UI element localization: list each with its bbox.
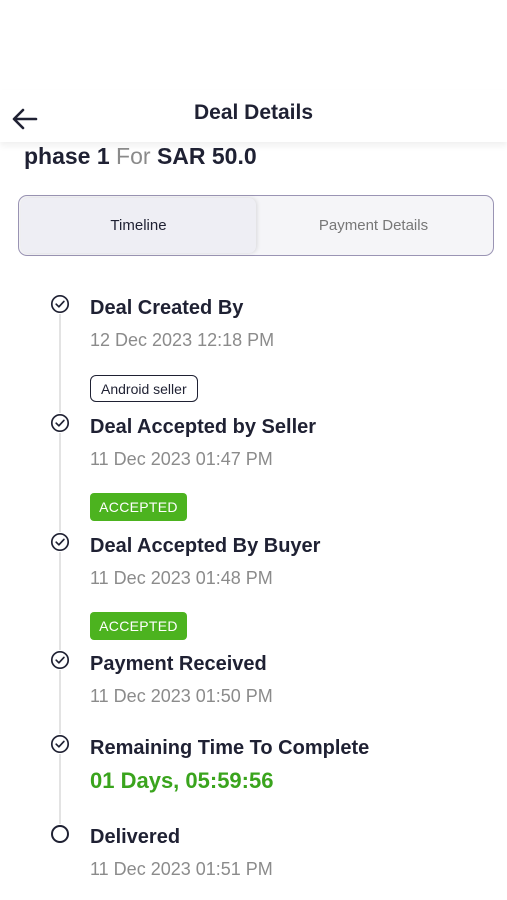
tab-timeline[interactable]: Timeline	[21, 198, 256, 253]
step-title: Deal Created By	[90, 297, 244, 319]
check-circle-icon	[50, 413, 70, 433]
app-header: Deal Details	[0, 90, 507, 142]
check-circle-icon	[50, 294, 70, 314]
step-title: Delivered	[90, 826, 181, 848]
tab-bar: Timeline Payment Details	[18, 195, 494, 256]
check-circle-icon	[50, 532, 70, 552]
creator-tag: Android seller	[90, 375, 198, 402]
deal-amount: SAR 50.0	[156, 143, 257, 169]
tab-payment-details[interactable]: Payment Details	[256, 198, 491, 253]
step-date: 12 Dec 2023 12:18 PM	[90, 330, 275, 350]
check-circle-icon	[50, 734, 70, 754]
for-label: For	[116, 143, 151, 169]
step-title: Payment Received	[90, 653, 267, 675]
empty-circle-icon	[50, 824, 70, 844]
check-circle-icon	[50, 650, 70, 670]
remaining-time: 01 Days, 05:59:56	[90, 768, 274, 793]
phase-name: phase 1	[24, 143, 110, 169]
deal-summary: phase 1 For SAR 50.0	[24, 143, 257, 170]
status-badge: ACCEPTED	[90, 612, 187, 640]
step-title: Remaining Time To Complete	[90, 737, 370, 759]
step-date: 11 Dec 2023 01:48 PM	[90, 568, 273, 588]
step-title: Deal Accepted By Buyer	[90, 535, 321, 557]
step-title: Deal Accepted by Seller	[90, 416, 317, 438]
step-date: 11 Dec 2023 01:51 PM	[90, 859, 273, 879]
step-date: 11 Dec 2023 01:50 PM	[90, 686, 273, 706]
status-badge: ACCEPTED	[90, 493, 187, 521]
step-date: 11 Dec 2023 01:47 PM	[90, 449, 273, 469]
page-title: Deal Details	[193, 101, 314, 124]
deal-details-screen: Deal Details phase 1 For SAR 50.0 Timeli…	[0, 0, 507, 900]
